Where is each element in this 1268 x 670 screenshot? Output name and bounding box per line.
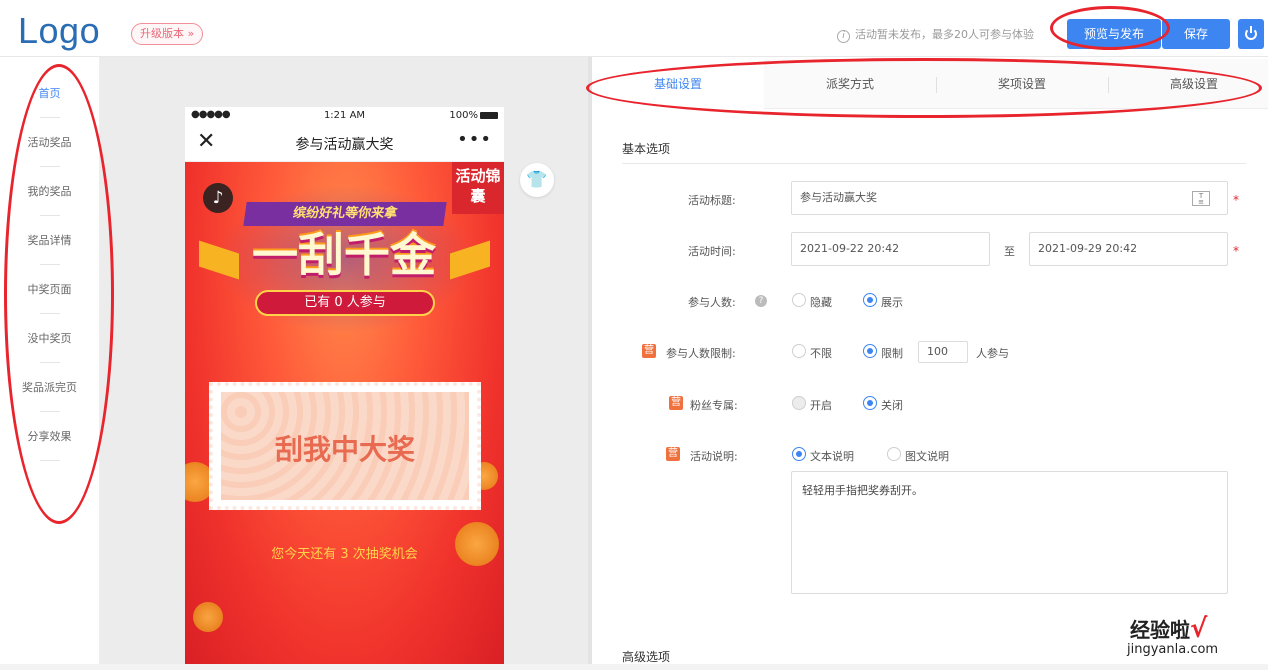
sidebar-list: 首页 活动奖品 我的奖品 奖品详情 中奖页面 没中奖页 奖品派完页 分享效果 [0, 57, 99, 461]
notice-text: 活动暂未发布，最多20人可参与体验 [855, 28, 1034, 41]
phone-nav-bar: ✕ 参与活动赢大奖 ••• [185, 125, 504, 162]
participant-limit-label: 参与人数限制: [666, 347, 736, 360]
tab-advanced[interactable]: 高级设置 [1108, 59, 1268, 109]
required-mark: * [1233, 193, 1239, 207]
decor-coin [193, 602, 223, 632]
sidebar-item-home[interactable]: 首页 [0, 69, 99, 118]
required-mark: * [1233, 244, 1239, 258]
music-icon[interactable]: ♪ [203, 183, 233, 213]
pro-feature-icon: 营 [666, 447, 680, 461]
count-show-label: 展示 [881, 296, 903, 309]
title-input-value: 参与活动赢大奖 [800, 191, 877, 204]
fans-off-radio[interactable] [863, 396, 877, 410]
watermark: 经验啦√ [1130, 614, 1207, 644]
tab-basic[interactable]: 基础设置 [592, 59, 764, 109]
activity-poster[interactable]: ♪ 活动锦囊 缤纷好礼等你来拿 一刮千金 已有 0 人参与 刮我中大奖 您今天还… [185, 162, 504, 670]
fans-on-radio[interactable] [792, 396, 806, 410]
scratch-text[interactable]: 刮我中大奖 [221, 392, 469, 500]
desc-text-label: 文本说明 [810, 450, 854, 463]
battery-indicator: 100% [449, 110, 498, 121]
title-label: 活动标题: [688, 194, 736, 207]
limit-yes-label: 限制 [881, 347, 903, 360]
phone-page-title: 参与活动赢大奖 [295, 137, 394, 153]
more-icon[interactable]: ••• [457, 129, 492, 150]
battery-percent: 100% [449, 110, 478, 121]
page-sidebar: 首页 活动奖品 我的奖品 奖品详情 中奖页面 没中奖页 奖品派完页 分享效果 [0, 57, 100, 670]
banner-ribbon: 缤纷好礼等你来拿 [243, 202, 447, 226]
phone-status-bar: ●●●●● 1:21 AM 100% [185, 107, 504, 125]
info-icon: i [837, 30, 850, 43]
help-icon[interactable]: ? [755, 295, 767, 307]
power-button[interactable] [1238, 19, 1264, 49]
time-to-label: 至 [1004, 245, 1015, 258]
pro-feature-icon: 营 [669, 396, 683, 410]
sidebar-item-prize-detail[interactable]: 奖品详情 [0, 216, 99, 265]
section-divider [622, 163, 1246, 164]
poster-headline: 一刮千金 [252, 228, 436, 282]
time-label: 活动时间: [688, 245, 736, 258]
watermark-url: jingyanla.com [1127, 642, 1219, 657]
sidebar-item-win-page[interactable]: 中奖页面 [0, 265, 99, 314]
description-label: 活动说明: [690, 450, 738, 463]
save-button[interactable]: 保存 [1162, 19, 1230, 49]
scratch-card[interactable]: 刮我中大奖 [209, 382, 481, 510]
logo[interactable]: Logo [18, 10, 100, 52]
upgrade-button[interactable]: 升级版本 » [131, 23, 204, 45]
sidebar-item-share[interactable]: 分享效果 [0, 412, 99, 461]
section-basic-title: 基本选项 [622, 142, 671, 156]
pro-feature-icon: 营 [642, 344, 656, 358]
limit-number-input[interactable]: 100 [918, 341, 968, 363]
fans-only-label: 粉丝专属: [690, 399, 738, 412]
desc-rich-radio[interactable] [887, 447, 901, 461]
limit-unit-label: 人参与 [976, 347, 1009, 360]
desc-text-radio[interactable] [792, 447, 806, 461]
limit-none-label: 不限 [810, 347, 832, 360]
sidebar-item-my-prizes[interactable]: 我的奖品 [0, 167, 99, 216]
title-input[interactable]: 参与活动赢大奖 T ≡ [791, 181, 1228, 215]
settings-panel: 基础设置 派奖方式 奖项设置 高级设置 基本选项 活动标题: 参与活动赢大奖 T… [592, 57, 1268, 670]
theme-shirt-icon[interactable]: 👕 [520, 163, 554, 197]
phone-preview: ●●●●● 1:21 AM 100% ✕ 参与活动赢大奖 ••• ♪ 活动锦囊 … [185, 107, 504, 670]
joined-count: 已有 0 人参与 [255, 290, 435, 316]
tab-prize-settings[interactable]: 奖项设置 [936, 59, 1108, 109]
watermark-text: 经验啦 [1130, 618, 1190, 642]
sidebar-item-lose-page[interactable]: 没中奖页 [0, 314, 99, 363]
fans-on-label: 开启 [810, 399, 832, 412]
count-hide-label: 隐藏 [810, 296, 832, 309]
start-time-input[interactable]: 2021-09-22 20:42 [791, 232, 990, 266]
count-show-radio[interactable] [863, 293, 877, 307]
limit-yes-radio[interactable] [863, 344, 877, 358]
power-icon [1245, 26, 1257, 40]
limit-none-radio[interactable] [792, 344, 806, 358]
remaining-chances: 您今天还有 3 次抽奖机会 [271, 547, 418, 562]
description-textarea[interactable]: 轻轻用手指把奖券刮开。 [791, 471, 1228, 594]
text-format-icon[interactable]: T ≡ [1192, 191, 1210, 206]
desc-rich-label: 图文说明 [905, 450, 949, 463]
activity-tips-tag[interactable]: 活动锦囊 [452, 162, 504, 214]
top-header: Logo 升级版本 » i 活动暂未发布，最多20人可参与体验 预览与发布 保存 [0, 0, 1268, 57]
end-time-input[interactable]: 2021-09-29 20:42 [1029, 232, 1228, 266]
count-hide-radio[interactable] [792, 293, 806, 307]
bottom-status-strip [0, 664, 1268, 670]
section-advanced-title: 高级选项 [622, 650, 671, 664]
check-icon: √ [1190, 614, 1208, 644]
settings-tabs: 基础设置 派奖方式 奖项设置 高级设置 [592, 59, 1268, 109]
participant-count-label: 参与人数: [688, 296, 736, 309]
sidebar-item-prizes[interactable]: 活动奖品 [0, 118, 99, 167]
fans-off-label: 关闭 [881, 399, 903, 412]
sidebar-item-soldout-page[interactable]: 奖品派完页 [0, 363, 99, 412]
tab-award-method[interactable]: 派奖方式 [764, 59, 936, 109]
preview-publish-button[interactable]: 预览与发布 [1067, 19, 1161, 49]
publish-notice: i 活动暂未发布，最多20人可参与体验 [837, 26, 1034, 43]
battery-icon [480, 111, 498, 119]
